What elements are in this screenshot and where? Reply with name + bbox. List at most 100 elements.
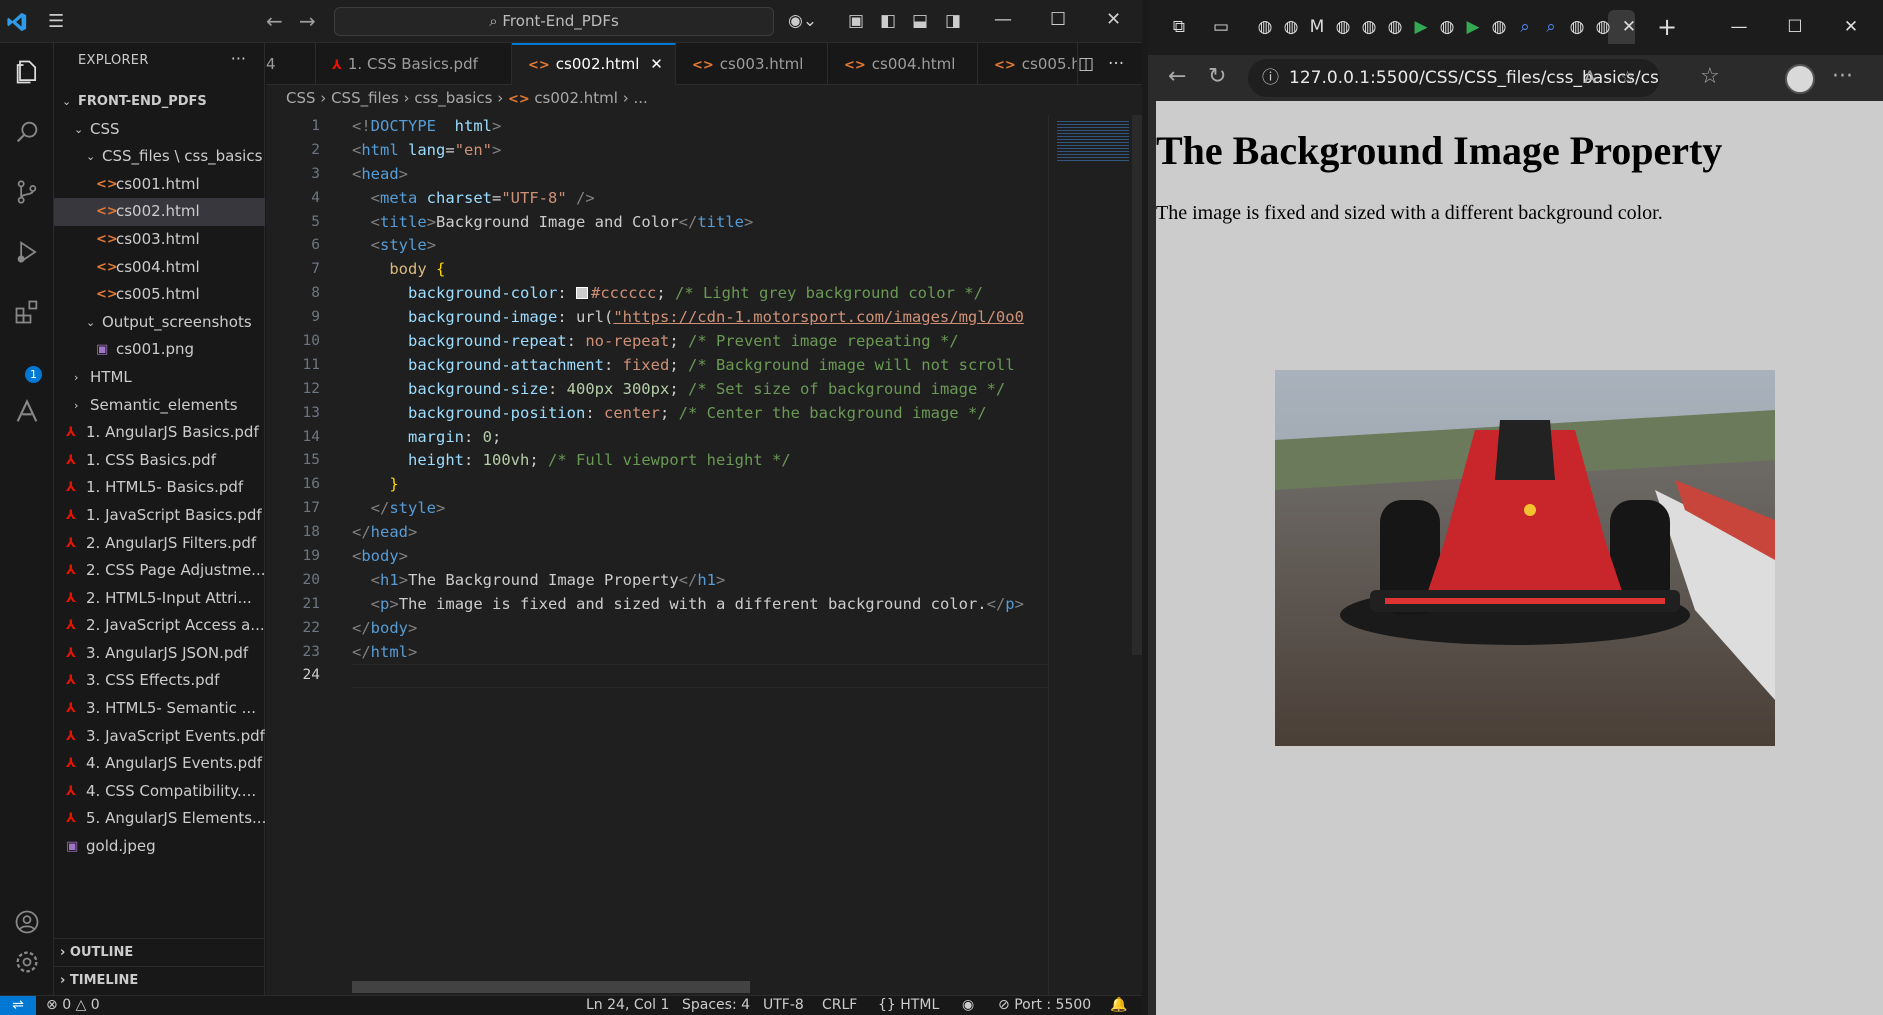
m-tab-icon[interactable]: M (1306, 16, 1328, 38)
timeline-section[interactable]: › TIMELINE (54, 966, 265, 994)
tree-item[interactable]: ⅄ 3. AngularJS JSON.pdf (54, 640, 265, 668)
editor-tab[interactable]: <> cs005.h (978, 43, 1078, 85)
breadcrumb-item[interactable]: css_basics (414, 89, 492, 107)
tree-item[interactable]: ⅄ 1. HTML5- Basics.pdf (54, 474, 265, 502)
tree-item[interactable]: <> cs002.html (54, 198, 265, 226)
indentation[interactable]: Spaces: 4 (682, 996, 750, 1015)
globe-tab-icon[interactable]: ◍ (1488, 16, 1510, 38)
globe-tab-icon[interactable]: ◍ (1566, 16, 1588, 38)
new-tab-icon[interactable]: + (1656, 15, 1678, 39)
back-arrow-icon[interactable]: ← (266, 10, 283, 32)
accounts-icon[interactable] (8, 903, 46, 941)
tree-item[interactable]: ⅄ 2. CSS Page Adjustme... (54, 557, 265, 585)
browser-close-icon[interactable]: ✕ (1840, 16, 1862, 38)
tree-item[interactable]: ▣ cs001.png (54, 336, 265, 364)
editor-tab[interactable]: <> cs002.html ✕ (512, 43, 676, 85)
forward-arrow-icon[interactable]: → (299, 10, 316, 32)
minimize-icon[interactable]: — (994, 9, 1012, 31)
tree-item[interactable]: <> cs003.html (54, 226, 265, 254)
tree-item[interactable]: <> cs005.html (54, 281, 265, 309)
source-control-icon[interactable] (8, 173, 46, 211)
search-tab-icon[interactable]: ⌕ (1514, 16, 1536, 38)
tree-item[interactable]: ⅄ 1. JavaScript Basics.pdf (54, 502, 265, 530)
reload-icon[interactable]: ↻ (1208, 63, 1226, 91)
profile-avatar[interactable] (1785, 64, 1815, 94)
workspaces-icon[interactable]: ⧉ (1168, 16, 1190, 38)
tree-item[interactable]: ⌄ CSS (54, 116, 265, 144)
search-tab-icon[interactable]: ⌕ (1540, 16, 1562, 38)
editor-more-icon[interactable]: ··· (1108, 53, 1124, 75)
tree-item[interactable]: <> cs004.html (54, 254, 265, 282)
command-center-search[interactable]: ⌕ Front-End_PDFs (334, 7, 774, 36)
tree-item[interactable]: ⅄ 3. CSS Effects.pdf (54, 667, 265, 695)
explorer-icon[interactable] (8, 53, 46, 91)
browser-maximize-icon[interactable]: ☐ (1784, 16, 1806, 38)
globe-tab-icon[interactable]: ◍ (1280, 16, 1302, 38)
globe-tab-icon[interactable]: ◍ (1592, 16, 1614, 38)
remote-icon[interactable]: ⇌ (0, 996, 36, 1015)
editor-tab[interactable]: ⅄ 1. CSS Basics.pdf (316, 43, 512, 85)
menu-icon[interactable]: ☰ (48, 12, 72, 32)
tree-item[interactable]: ⌄ FRONT-END_PDFS (54, 88, 265, 116)
run-debug-icon[interactable] (8, 233, 46, 271)
tree-item[interactable]: › HTML (54, 364, 265, 392)
language-mode[interactable]: {} HTML (878, 996, 939, 1015)
manage-gear-icon[interactable] (8, 943, 46, 981)
browser-back-icon[interactable]: ← (1168, 63, 1186, 91)
azure-icon[interactable] (8, 393, 46, 431)
breadcrumb-item[interactable]: CSS_files (331, 89, 399, 107)
play-tab-icon[interactable]: ▶ (1462, 16, 1484, 38)
close-tab-icon[interactable]: ✕ (645, 55, 663, 73)
encoding[interactable]: UTF-8 (763, 996, 804, 1015)
copilot-status-icon[interactable]: ◉ (962, 996, 974, 1015)
layout-customize-icon[interactable]: ▣ (848, 10, 864, 32)
address-bar[interactable]: ⓘ 127.0.0.1:5500/CSS/CSS_files/css_basics… (1248, 59, 1660, 97)
browser-menu-icon[interactable]: ··· (1832, 63, 1853, 91)
copilot-icon[interactable]: ◉⌄ (788, 10, 817, 32)
tree-item[interactable]: ⅄ 3. JavaScript Events.pdf (54, 723, 265, 751)
tree-item[interactable]: ⅄ 5. AngularJS Elements... (54, 805, 265, 833)
editor-tab[interactable]: <> cs004.html (828, 43, 978, 85)
tree-item[interactable]: ⌄ Output_screenshots (54, 309, 265, 337)
breadcrumb-item[interactable]: CSS (286, 89, 316, 107)
tree-item[interactable]: ⅄ 4. AngularJS Events.pdf (54, 750, 265, 778)
globe-tab-icon[interactable]: ◍ (1436, 16, 1458, 38)
code-editor[interactable]: <!DOCTYPE html> <html lang="en"> <head> <m… (352, 115, 1048, 735)
search-icon[interactable] (8, 113, 46, 151)
close-tab-icon[interactable]: ✕ (1618, 16, 1640, 38)
tree-item[interactable]: ⅄ 2. JavaScript Access a... (54, 612, 265, 640)
tree-item[interactable]: ⅄ 2. HTML5-Input Attri... (54, 585, 265, 613)
globe-tab-icon[interactable]: ◍ (1384, 16, 1406, 38)
editor-tab[interactable]: <> cs003.html (676, 43, 828, 85)
play-tab-icon[interactable]: ▶ (1410, 16, 1432, 38)
toggle-sidebar-icon[interactable]: ◧ (880, 10, 896, 32)
close-icon[interactable]: ✕ (1106, 9, 1121, 31)
tree-item[interactable]: › Semantic_elements (54, 392, 265, 420)
globe-tab-icon[interactable]: ◍ (1358, 16, 1380, 38)
tree-item[interactable]: <> cs001.html (54, 171, 265, 199)
tree-item[interactable]: ⅄ 1. CSS Basics.pdf (54, 447, 265, 475)
tree-item[interactable]: ⅄ 1. AngularJS Basics.pdf (54, 419, 265, 447)
notifications-bell-icon[interactable]: 🔔 (1110, 996, 1127, 1015)
globe-tab-icon[interactable]: ◍ (1254, 16, 1276, 38)
minimap[interactable] (1048, 115, 1142, 995)
vertical-scrollbar[interactable] (1132, 115, 1142, 655)
live-server-port[interactable]: ⊘ Port : 5500 (998, 996, 1091, 1015)
outline-section[interactable]: › OUTLINE (54, 938, 265, 966)
tree-item[interactable]: ⅄ 3. HTML5- Semantic ... (54, 695, 265, 723)
more-actions-icon[interactable]: ··· (231, 49, 246, 68)
problems-indicator[interactable]: ⊗ 0 △ 0 (46, 996, 100, 1015)
breadcrumb-item[interactable]: ... (634, 89, 648, 107)
toggle-secondary-sidebar-icon[interactable]: ◨ (945, 10, 961, 32)
cursor-position[interactable]: Ln 24, Col 1 (586, 996, 669, 1015)
editor-tab[interactable]: 4 (266, 43, 316, 85)
tree-item[interactable]: ⅄ 4. CSS Compatibility.... (54, 778, 265, 806)
browser-minimize-icon[interactable]: — (1728, 16, 1750, 38)
favorites-icon[interactable]: ☆ (1700, 63, 1720, 91)
tree-item[interactable]: ⌄ CSS_files \ css_basics (54, 143, 265, 171)
toggle-panel-icon[interactable]: ⬓ (912, 10, 928, 32)
globe-tab-icon[interactable]: ◍ (1332, 16, 1354, 38)
tab-actions-icon[interactable]: ▭ (1210, 16, 1232, 38)
color-swatch[interactable] (575, 287, 588, 300)
tree-item[interactable]: ⅄ 2. AngularJS Filters.pdf (54, 530, 265, 558)
